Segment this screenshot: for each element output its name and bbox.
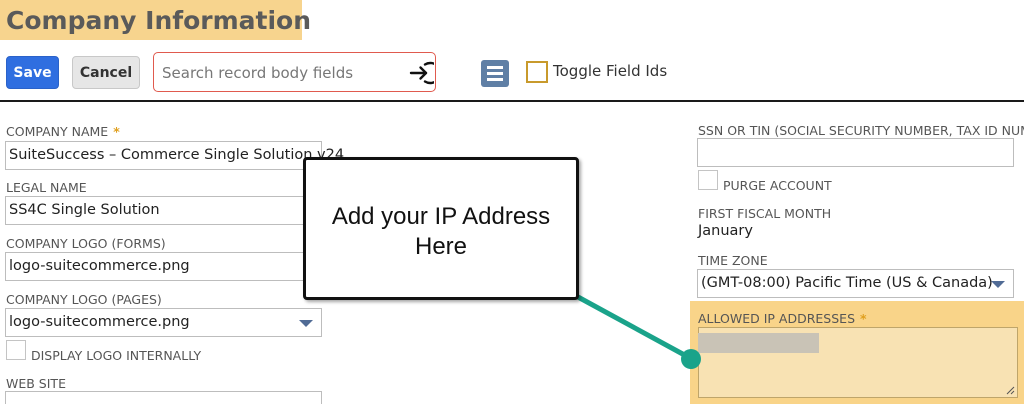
save-button[interactable]: Save <box>6 56 59 89</box>
legal-name-value: SS4C Single Solution <box>9 202 160 218</box>
company-logo-pages-label: COMPANY LOGO (PAGES) <box>6 292 162 307</box>
legal-name-field[interactable]: SS4C Single Solution <box>5 196 322 225</box>
purge-account-label: PURGE ACCOUNT <box>723 178 832 193</box>
callout-line-2: Here <box>414 233 468 260</box>
page-title: Company Information <box>6 6 312 35</box>
first-fiscal-month-value: January <box>698 223 753 239</box>
search-field <box>153 52 436 92</box>
web-site-label: WEB SITE <box>6 376 66 391</box>
company-logo-pages-value: logo-suitecommerce.png <box>9 314 190 330</box>
arrow-right-circle-icon[interactable] <box>406 59 434 87</box>
list-icon[interactable] <box>481 60 509 87</box>
callout-box: Add your IP Address Here <box>303 157 579 300</box>
company-logo-forms-select[interactable]: logo-suitecommerce.png <box>5 252 322 281</box>
company-logo-forms-label: COMPANY LOGO (FORMS) <box>6 236 166 251</box>
display-logo-checkbox[interactable] <box>6 340 26 360</box>
company-name-value: SuiteSuccess – Commerce Single Solution … <box>9 147 345 163</box>
callout-line-1: Add your IP Address <box>331 203 551 230</box>
company-name-label: COMPANY NAME * <box>6 124 120 139</box>
time-zone-label: TIME ZONE <box>698 253 768 268</box>
ssn-label: SSN OR TIN (SOCIAL SECURITY NUMBER, TAX … <box>698 123 1024 138</box>
allowed-ip-label: ALLOWED IP ADDRESSES * <box>698 311 867 326</box>
cancel-button[interactable]: Cancel <box>72 56 140 89</box>
company-name-field[interactable]: SuiteSuccess – Commerce Single Solution … <box>5 141 344 170</box>
purge-account-checkbox[interactable] <box>698 170 718 190</box>
resize-handle-icon[interactable] <box>1006 386 1015 395</box>
time-zone-select[interactable]: (GMT-08:00) Pacific Time (US & Canada) <box>697 269 1014 298</box>
legal-name-label: LEGAL NAME <box>6 180 87 195</box>
toggle-field-ids-label: Toggle Field Ids <box>553 62 668 80</box>
web-site-field[interactable] <box>5 391 322 404</box>
ssn-field[interactable] <box>697 138 1014 167</box>
company-logo-pages-select[interactable]: logo-suitecommerce.png <box>5 308 322 337</box>
required-marker: * <box>860 311 867 326</box>
chevron-down-icon <box>991 281 1005 288</box>
header-divider <box>0 100 1024 102</box>
allowed-ip-label-text: ALLOWED IP ADDRESSES <box>698 311 856 326</box>
toggle-field-ids-checkbox[interactable] <box>526 61 548 83</box>
company-name-label-text: COMPANY NAME <box>6 124 109 139</box>
search-input[interactable] <box>162 62 392 84</box>
required-marker: * <box>113 124 120 139</box>
blurred-ip-value <box>698 333 819 353</box>
chevron-down-icon <box>299 320 313 327</box>
callout-text: Add your IP Address Here <box>306 202 576 262</box>
first-fiscal-month-label: FIRST FISCAL MONTH <box>698 206 832 221</box>
time-zone-value: (GMT-08:00) Pacific Time (US & Canada) <box>701 275 993 291</box>
display-logo-label: DISPLAY LOGO INTERNALLY <box>31 348 202 363</box>
company-logo-forms-value: logo-suitecommerce.png <box>9 258 190 274</box>
